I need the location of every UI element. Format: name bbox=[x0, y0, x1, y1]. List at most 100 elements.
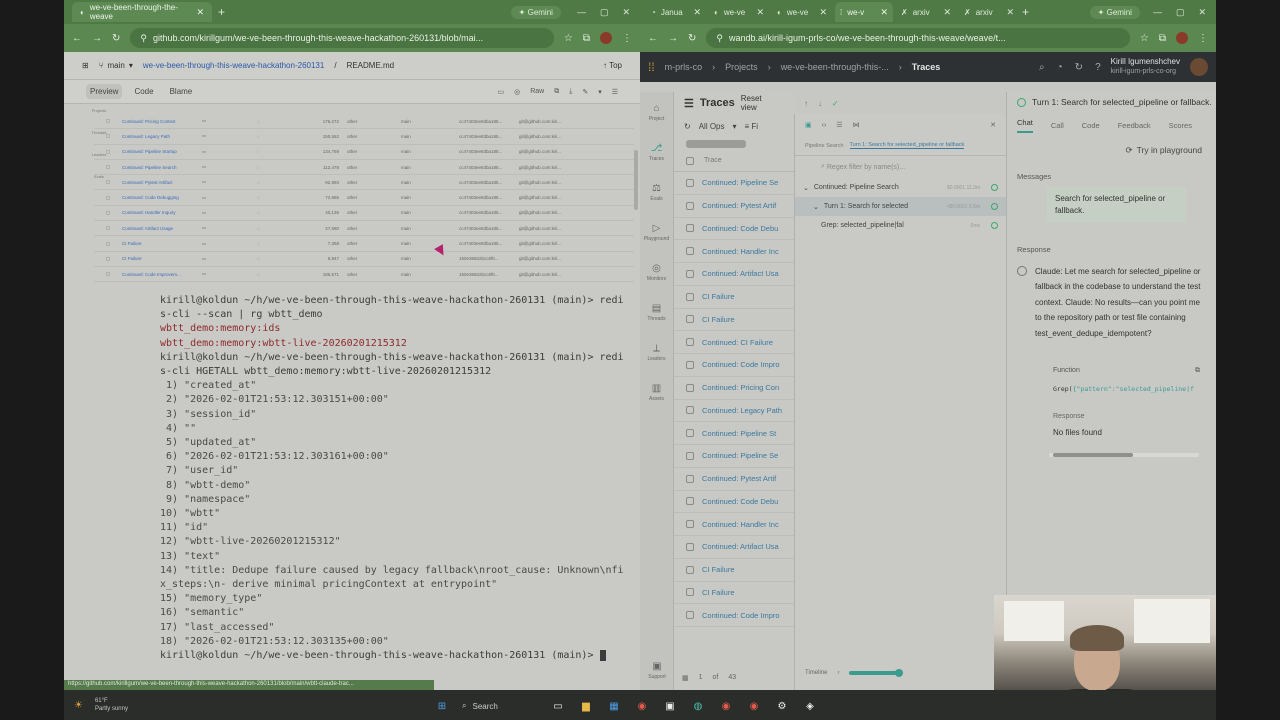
code-view-icon[interactable]: ‹› bbox=[822, 122, 827, 129]
edge-icon[interactable]: ◍ bbox=[690, 698, 706, 714]
extensions-icon[interactable]: ⧉ bbox=[583, 33, 590, 44]
task-view-icon[interactable]: ▭ bbox=[550, 698, 566, 714]
sidebar-toggle-icon[interactable]: ⊞ bbox=[82, 61, 89, 70]
trace-row[interactable]: CI Failure bbox=[674, 286, 794, 309]
trace-row[interactable]: CI Failure bbox=[674, 582, 794, 605]
maximize-icon[interactable]: ▢ bbox=[1176, 7, 1185, 18]
select-all-checkbox[interactable] bbox=[686, 156, 694, 165]
tab-preview[interactable]: Preview bbox=[86, 84, 123, 99]
grid-icon[interactable]: ▦ bbox=[682, 674, 689, 682]
repo-link[interactable]: we-ve-been-through-this-weave-hackathon-… bbox=[143, 61, 324, 70]
gemini-button[interactable]: ✦ Gemini bbox=[1089, 5, 1140, 19]
row-checkbox[interactable] bbox=[686, 406, 694, 415]
close-tab-icon[interactable]: ✕ bbox=[819, 7, 827, 18]
trace-row[interactable]: Continued: Pipeline St bbox=[674, 422, 794, 445]
row-checkbox[interactable] bbox=[686, 360, 694, 369]
close-icon[interactable]: ✕ bbox=[990, 121, 996, 129]
refresh-icon[interactable]: ↻ bbox=[684, 122, 691, 131]
tab-feedback[interactable]: Feedback bbox=[1118, 121, 1151, 130]
row-checkbox[interactable] bbox=[686, 542, 694, 551]
vertical-scrollbar[interactable] bbox=[634, 150, 638, 210]
wandb-logo-icon[interactable]: ⁞⁞ bbox=[648, 60, 655, 74]
tab-blame[interactable]: Blame bbox=[166, 84, 197, 99]
url-field[interactable]: ⚲ github.com/kirillgum/we-ve-been-throug… bbox=[130, 28, 554, 48]
copy-icon[interactable]: ⧉ bbox=[554, 88, 559, 96]
new-tab-icon[interactable]: + bbox=[218, 5, 225, 19]
back-icon[interactable]: ← bbox=[72, 33, 82, 44]
back-icon[interactable]: ← bbox=[648, 33, 658, 44]
weather-icon[interactable]: ☀ bbox=[74, 700, 83, 711]
minimize-icon[interactable]: — bbox=[1153, 7, 1162, 18]
close-tab-icon[interactable]: ✕ bbox=[693, 7, 701, 18]
row-checkbox[interactable] bbox=[686, 178, 694, 187]
refresh-icon[interactable]: ↻ bbox=[1075, 62, 1083, 73]
org-crumb[interactable]: m-prls-co bbox=[665, 62, 703, 72]
crumb-turn[interactable]: Turn 1: Search for selected_pipeline or … bbox=[849, 142, 965, 149]
trace-row[interactable]: Continued: Code Impro bbox=[674, 354, 794, 377]
trace-row[interactable]: Continued: Handler Inc bbox=[674, 240, 794, 263]
menu-dots-icon[interactable]: ⋮ bbox=[622, 33, 632, 44]
close-window-icon[interactable]: ✕ bbox=[1198, 7, 1206, 18]
minimize-icon[interactable]: — bbox=[577, 7, 586, 18]
profile-avatar[interactable] bbox=[1176, 32, 1188, 44]
bell-icon[interactable]: ◔ bbox=[1057, 62, 1063, 73]
trace-row[interactable]: Continued: Legacy Path bbox=[674, 400, 794, 423]
trace-row[interactable]: Continued: CI Failure bbox=[674, 331, 794, 354]
row-checkbox[interactable] bbox=[686, 474, 694, 483]
rail-item-evals[interactable]: ⚖ Evals bbox=[640, 172, 673, 212]
trace-row[interactable]: Continued: Artifact Usa bbox=[674, 263, 794, 286]
horizontal-scrollbar[interactable] bbox=[686, 140, 746, 148]
settings-icon[interactable]: ⚙ bbox=[774, 698, 790, 714]
row-checkbox[interactable] bbox=[686, 497, 694, 506]
trace-row[interactable]: CI Failure bbox=[674, 559, 794, 582]
arrow-down-icon[interactable]: ↓ bbox=[818, 99, 822, 108]
rail-item-support[interactable]: ▣ Support bbox=[640, 650, 674, 690]
reset-view-button[interactable]: Reset view bbox=[741, 94, 775, 112]
timeline-slider[interactable] bbox=[849, 669, 904, 677]
extensions-icon[interactable]: ⧉ bbox=[1159, 33, 1166, 44]
weather-widget[interactable]: 61°F Partly sunny bbox=[95, 697, 128, 713]
rail-item-threads[interactable]: ▤ Threads bbox=[640, 292, 673, 332]
arrow-up-icon[interactable]: ↑ bbox=[804, 99, 808, 108]
bookmark-star-icon[interactable]: ☆ bbox=[1140, 33, 1149, 44]
right-tab[interactable]: ◐ we-ve ✕ bbox=[772, 2, 832, 22]
help-icon[interactable]: ? bbox=[1095, 62, 1101, 73]
row-checkbox[interactable] bbox=[686, 588, 694, 597]
row-checkbox[interactable] bbox=[686, 338, 694, 347]
terminal-icon[interactable]: ▣ bbox=[662, 698, 678, 714]
row-checkbox[interactable] bbox=[686, 611, 694, 620]
hamburger-icon[interactable]: ☰ bbox=[684, 97, 694, 110]
tab-scores[interactable]: Scores bbox=[1169, 121, 1192, 130]
close-window-icon[interactable]: ✕ bbox=[622, 7, 630, 18]
trace-row[interactable]: Continued: Pytest Artif bbox=[674, 195, 794, 218]
projects-crumb[interactable]: Projects bbox=[725, 62, 758, 72]
graph-view-icon[interactable]: ⋈ bbox=[853, 121, 860, 129]
bookmark-star-icon[interactable]: ☆ bbox=[564, 33, 573, 44]
store-icon[interactable]: ▦ bbox=[606, 698, 622, 714]
trace-row[interactable]: Continued: Code Debu bbox=[674, 218, 794, 241]
file-explorer-icon[interactable]: ▆ bbox=[578, 698, 594, 714]
row-checkbox[interactable] bbox=[686, 224, 694, 233]
chevron-down-icon[interactable]: ▾ bbox=[598, 88, 602, 96]
edit-icon[interactable]: ✎ bbox=[582, 88, 588, 96]
download-icon[interactable]: ⤓ bbox=[569, 88, 572, 96]
row-checkbox[interactable] bbox=[686, 451, 694, 460]
tab-chat[interactable]: Chat bbox=[1017, 118, 1033, 133]
row-checkbox[interactable] bbox=[686, 383, 694, 392]
tree-node[interactable]: ⌄ Turn 1: Search for selected <$0.0001 5.5… bbox=[795, 197, 1006, 216]
symbols-icon[interactable]: ▭ bbox=[497, 88, 504, 96]
taskbar-search[interactable]: ⌕ Search bbox=[462, 696, 538, 716]
regex-filter-input[interactable]: ⌕ Regex filter by name(s)... bbox=[795, 156, 1006, 178]
search-icon[interactable]: ⌕ bbox=[1039, 62, 1045, 73]
tab-code[interactable]: Code bbox=[1082, 121, 1100, 130]
trace-row[interactable]: CI Failure bbox=[674, 309, 794, 332]
right-tab[interactable]: ✗ arxiv ✕ bbox=[896, 2, 956, 22]
new-tab-icon[interactable]: + bbox=[1022, 5, 1029, 19]
copy-icon[interactable]: ⧉ bbox=[1195, 367, 1200, 375]
rail-item-leaders[interactable]: ⟂ Leaders bbox=[640, 332, 673, 372]
tree-view-icon[interactable]: ▣ bbox=[805, 121, 812, 129]
tab-code[interactable]: Code bbox=[130, 84, 157, 99]
site-info-icon[interactable]: ⚲ bbox=[716, 33, 723, 44]
project-crumb[interactable]: we-ve-been-through-this-... bbox=[781, 62, 889, 72]
chrome-icon[interactable]: ◉ bbox=[718, 698, 734, 714]
